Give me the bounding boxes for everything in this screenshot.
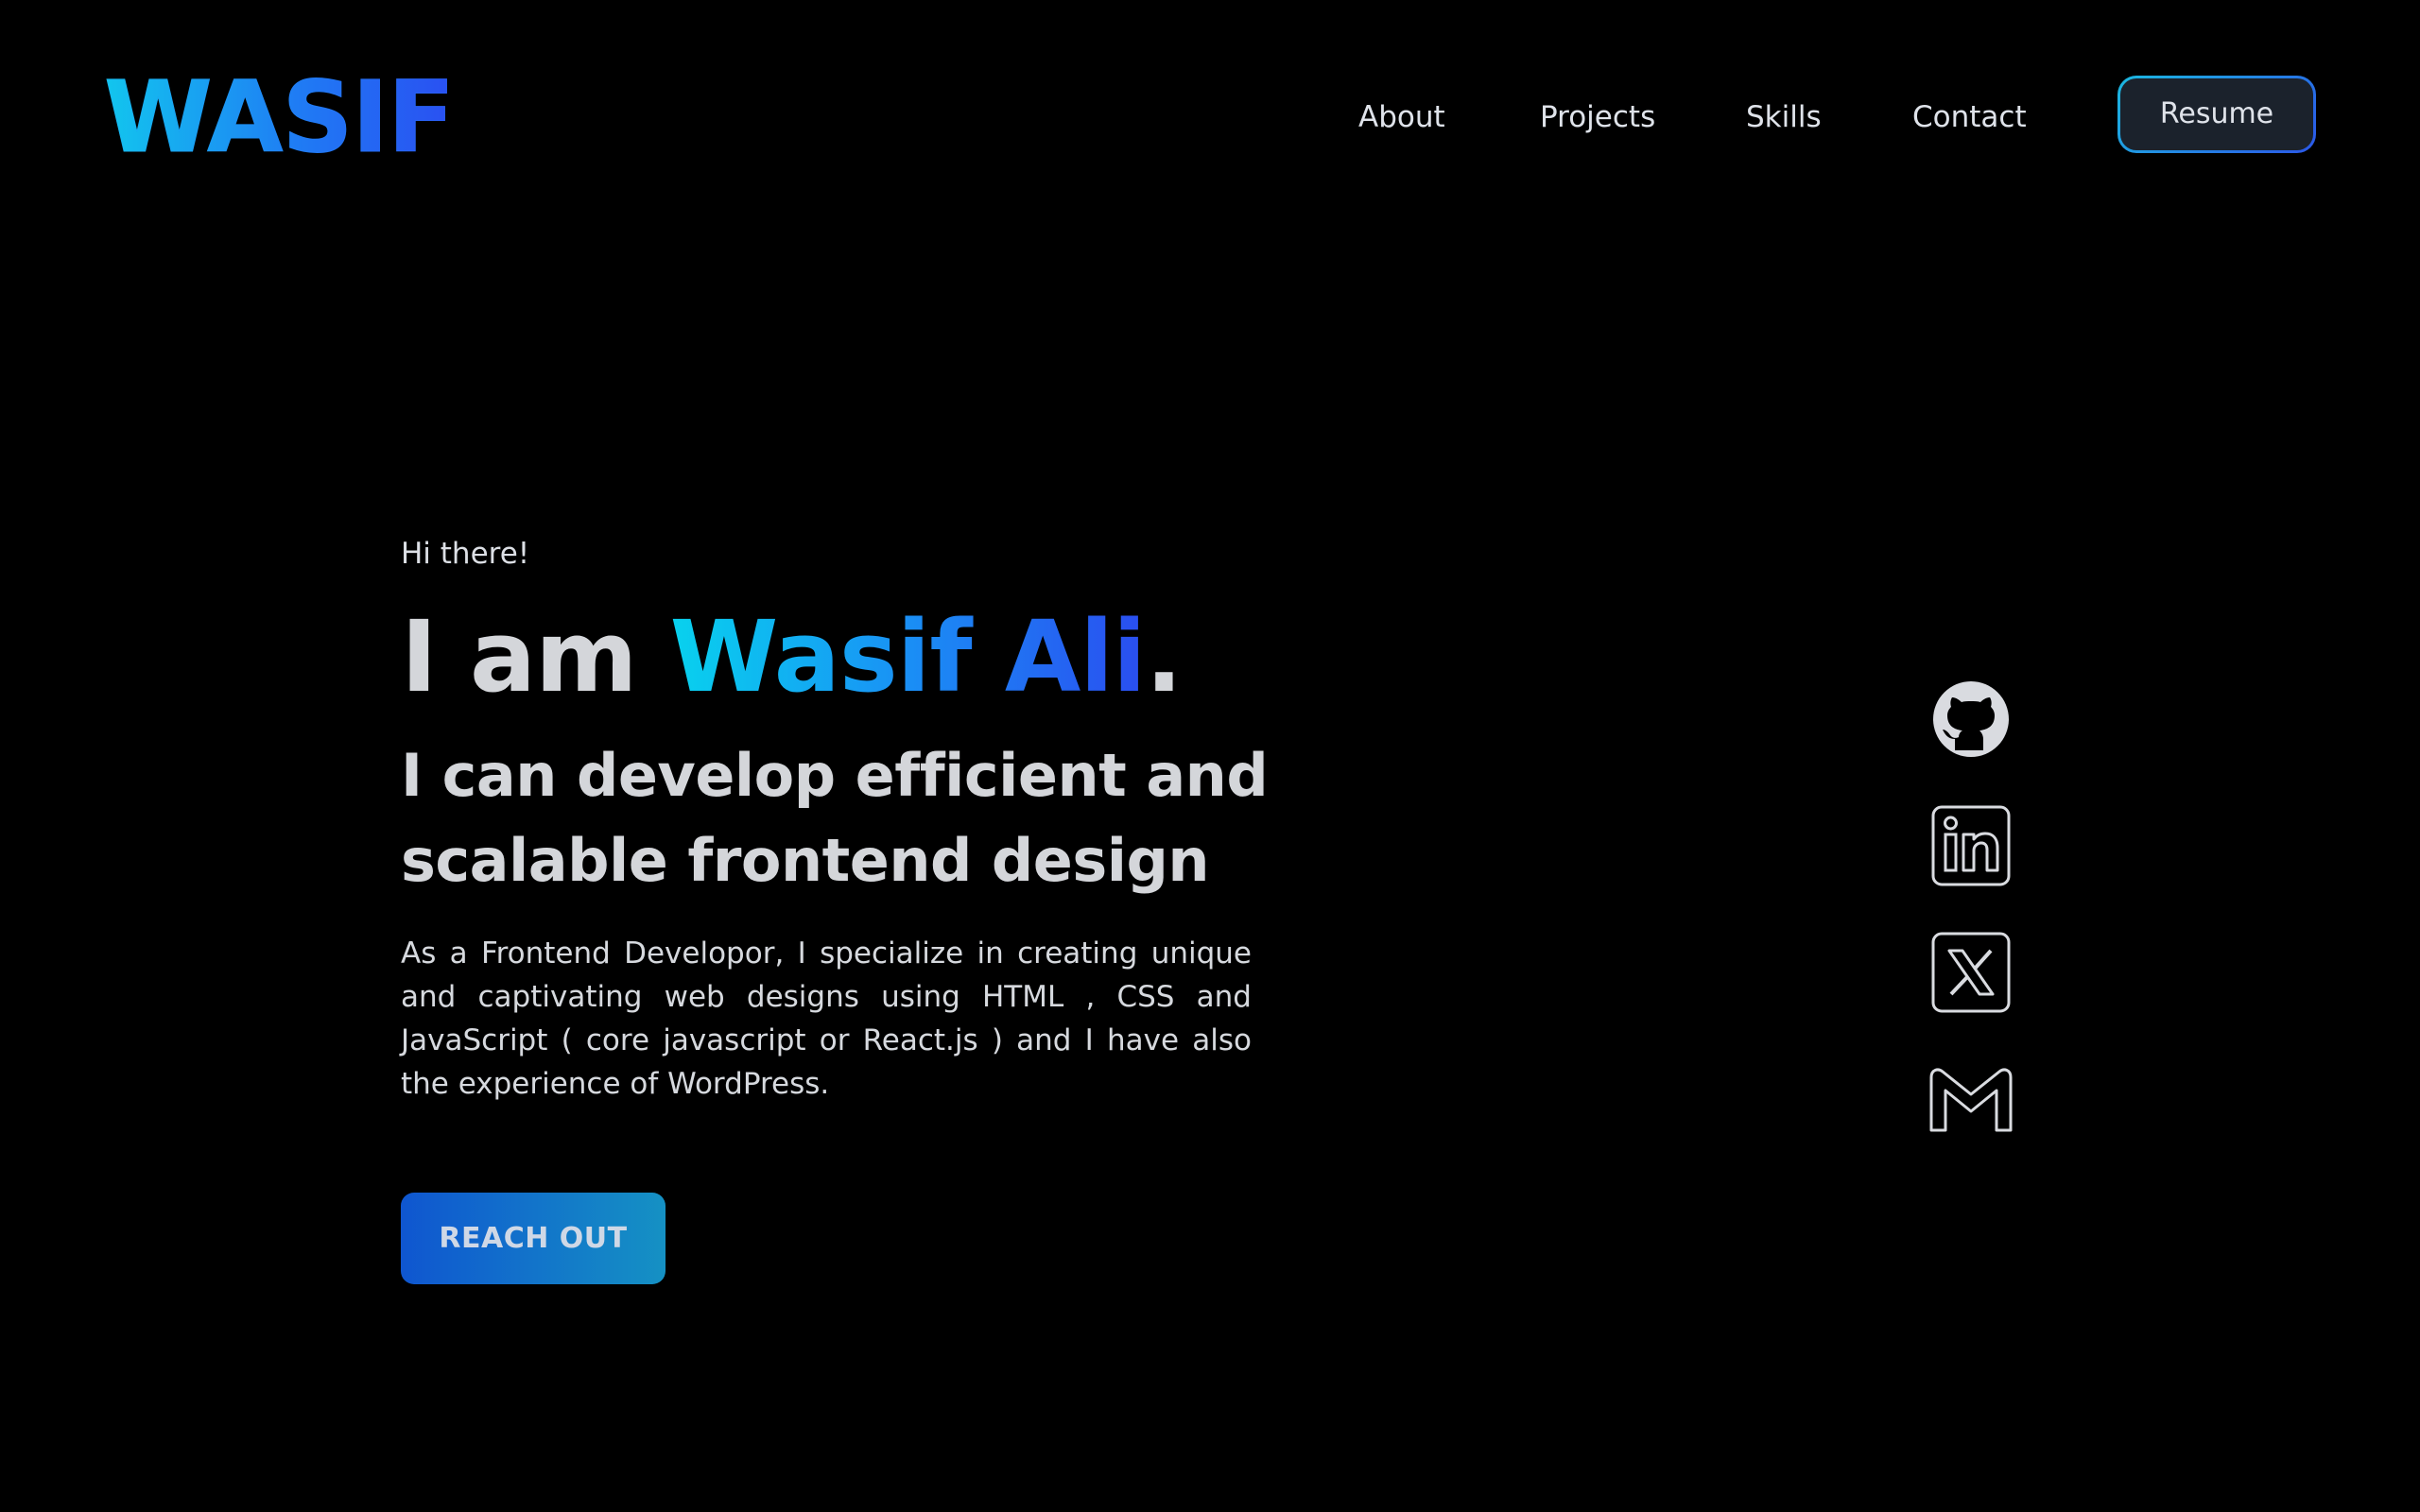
gmail-icon — [1929, 1068, 2013, 1132]
linkedin-icon — [1931, 805, 2011, 886]
nav-item-about[interactable]: About — [1358, 91, 1445, 144]
greeting-text: Hi there! — [401, 537, 530, 571]
linkedin-link[interactable] — [1928, 803, 2014, 888]
hero-description: As a Frontend Developor, I specialize in… — [401, 936, 1252, 1101]
nav-item-projects[interactable]: Projects — [1540, 91, 1655, 144]
headline-prefix: I am — [401, 599, 670, 714]
page: WASIF About Projects Skills Contact Resu… — [0, 0, 2420, 1512]
site-logo[interactable]: WASIF — [103, 60, 455, 175]
nav-item-skills[interactable]: Skills — [1746, 91, 1822, 144]
resume-button[interactable]: Resume — [2118, 76, 2316, 153]
gmail-link[interactable] — [1928, 1057, 2014, 1142]
headline-suffix: . — [1145, 599, 1184, 714]
x-twitter-link[interactable] — [1928, 930, 2014, 1015]
headline-name: Wasif Ali — [669, 599, 1147, 714]
reach-out-button[interactable]: REACH OUT — [401, 1193, 666, 1284]
x-twitter-icon — [1931, 932, 2011, 1013]
github-icon — [1933, 681, 2009, 757]
github-link[interactable] — [1928, 677, 2014, 762]
hero-headline: I am Wasif Ali. — [401, 595, 1184, 718]
nav-item-contact[interactable]: Contact — [1912, 91, 2027, 144]
hero-tagline: I can develop efficient and scalable fro… — [401, 741, 1269, 895]
